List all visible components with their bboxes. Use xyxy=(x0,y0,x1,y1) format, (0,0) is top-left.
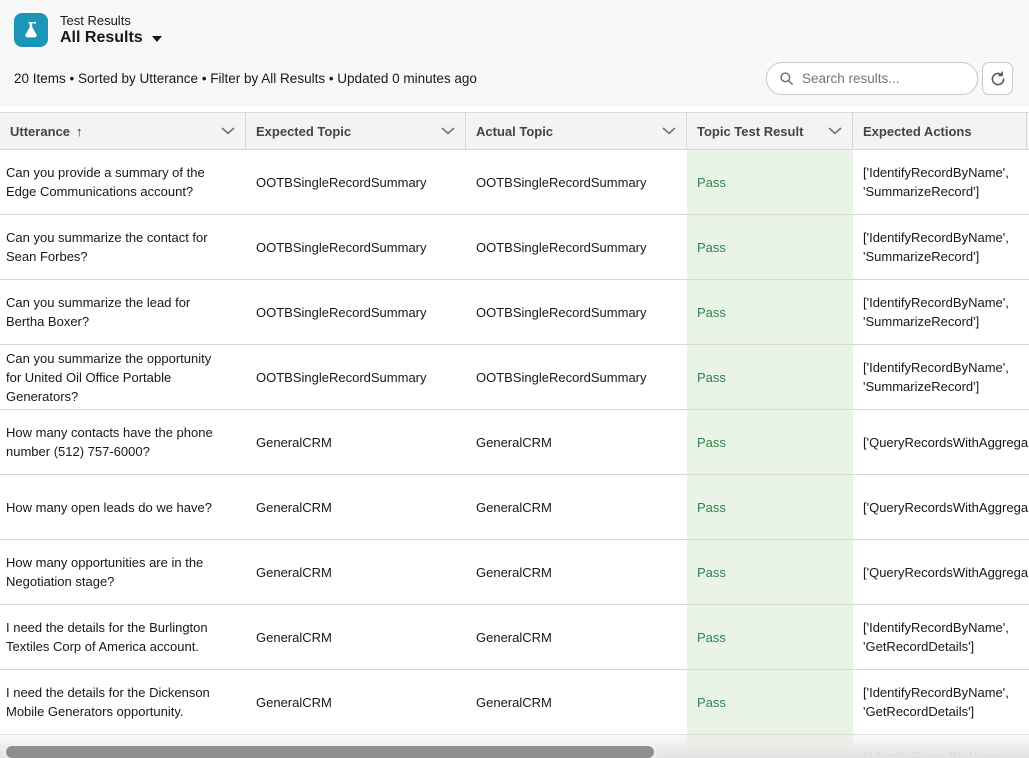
column-header-utterance[interactable]: Utterance ↑ xyxy=(0,113,246,149)
cell-expected-topic: GeneralCRM xyxy=(246,540,466,604)
cell-expected-actions: ['QueryRecordsWithAggrega xyxy=(853,540,1027,604)
chevron-down-icon[interactable] xyxy=(221,127,235,135)
table-row[interactable]: I need the details for the Dickenson Mob… xyxy=(0,670,1029,735)
cell-actual-topic: GeneralCRM xyxy=(466,475,687,539)
cell-result: Pass xyxy=(687,540,853,604)
column-header-topic-test-result[interactable]: Topic Test Result xyxy=(687,113,853,149)
table-row[interactable]: How many open leads do we have?GeneralCR… xyxy=(0,475,1029,540)
column-header-expected-actions[interactable]: Expected Actions xyxy=(853,113,1027,149)
chevron-down-icon[interactable] xyxy=(441,127,455,135)
view-selector[interactable]: All Results xyxy=(60,29,162,47)
cell-expected-topic: OOTBSingleRecordSummary xyxy=(246,345,466,409)
column-label: Actual Topic xyxy=(476,124,553,139)
table-row[interactable]: How many contacts have the phone number … xyxy=(0,410,1029,475)
cell-expected-actions: ['IdentifyRecordByName', 'SummarizeRecor… xyxy=(853,345,1027,409)
search-box[interactable] xyxy=(766,62,978,95)
cell-expected-topic: OOTBSingleRecordSummary xyxy=(246,150,466,214)
cell-expected-topic: GeneralCRM xyxy=(246,605,466,669)
table-body: Can you provide a summary of the Edge Co… xyxy=(0,150,1029,758)
sort-ascending-icon: ↑ xyxy=(76,124,83,139)
cell-expected-topic: GeneralCRM xyxy=(246,475,466,539)
cell-result: Pass xyxy=(687,475,853,539)
column-label: Expected Actions xyxy=(863,124,972,139)
search-input[interactable] xyxy=(802,71,965,86)
table-row[interactable]: Can you summarize the lead for Bertha Bo… xyxy=(0,280,1029,345)
horizontal-scrollbar-thumb[interactable] xyxy=(6,746,654,758)
test-results-page: Test Results All Results 20 Items • Sort… xyxy=(0,0,1029,758)
cell-utterance: I need the details for the Dickenson Mob… xyxy=(0,670,246,734)
cell-actual-topic: GeneralCRM xyxy=(466,605,687,669)
table-row[interactable]: Can you summarize the opportunity for Un… xyxy=(0,345,1029,410)
cell-expected-topic: OOTBSingleRecordSummary xyxy=(246,280,466,344)
column-label: Expected Topic xyxy=(256,124,351,139)
cell-expected-actions: ['QueryRecordsWithAggrega xyxy=(853,475,1027,539)
cell-result: Pass xyxy=(687,410,853,474)
title-block: Test Results All Results xyxy=(14,13,162,47)
chevron-down-icon[interactable] xyxy=(662,127,676,135)
cell-result: Pass xyxy=(687,670,853,734)
cell-expected-topic: GeneralCRM xyxy=(246,410,466,474)
cell-expected-actions: ['IdentifyRecordByName', 'SummarizeRecor… xyxy=(853,280,1027,344)
cell-utterance: Can you summarize the lead for Bertha Bo… xyxy=(0,280,246,344)
search-icon xyxy=(779,71,794,86)
view-label: All Results xyxy=(60,29,143,47)
table-header-row: Utterance ↑ Expected Topic Actual Topic Topi… xyxy=(0,112,1029,150)
column-header-expected-topic[interactable]: Expected Topic xyxy=(246,113,466,149)
cell-expected-topic: OOTBSingleRecordSummary xyxy=(246,215,466,279)
table-row[interactable]: Can you summarize the contact for Sean F… xyxy=(0,215,1029,280)
cell-expected-actions: ['IdentifyRecordByName', 'GetRecordDetai… xyxy=(853,670,1027,734)
cell-actual-topic: GeneralCRM xyxy=(466,670,687,734)
cell-expected-actions: ['IdentifyRecordByName', 'SummarizeRecor… xyxy=(853,215,1027,279)
cell-actual-topic: GeneralCRM xyxy=(466,410,687,474)
cell-utterance: How many opportunities are in the Negoti… xyxy=(0,540,246,604)
refresh-icon xyxy=(990,71,1006,87)
chevron-down-icon xyxy=(152,36,162,42)
cell-expected-actions: ['IdentifyRecordByName', 'GetRecordDetai… xyxy=(853,605,1027,669)
cell-actual-topic: OOTBSingleRecordSummary xyxy=(466,280,687,344)
cell-expected-actions: ['IdentifyRecordByName', 'SummarizeRecor… xyxy=(853,150,1027,214)
cell-actual-topic: OOTBSingleRecordSummary xyxy=(466,345,687,409)
column-label: Utterance xyxy=(10,124,70,139)
cell-result: Pass xyxy=(687,280,853,344)
cell-utterance: Can you summarize the contact for Sean F… xyxy=(0,215,246,279)
entity-label: Test Results xyxy=(60,13,162,28)
cell-result: Pass xyxy=(687,215,853,279)
list-summary: 20 Items • Sorted by Utterance • Filter … xyxy=(14,71,477,86)
cell-actual-topic: OOTBSingleRecordSummary xyxy=(466,150,687,214)
cell-expected-topic: GeneralCRM xyxy=(246,670,466,734)
table-row[interactable]: Can you provide a summary of the Edge Co… xyxy=(0,150,1029,215)
cell-utterance: How many contacts have the phone number … xyxy=(0,410,246,474)
table-row[interactable]: I need the details for the Burlington Te… xyxy=(0,605,1029,670)
cell-utterance: I need the details for the Burlington Te… xyxy=(0,605,246,669)
chevron-down-icon[interactable] xyxy=(828,127,842,135)
title-text: Test Results All Results xyxy=(60,13,162,47)
column-header-actual-topic[interactable]: Actual Topic xyxy=(466,113,687,149)
cell-actual-topic: OOTBSingleRecordSummary xyxy=(466,215,687,279)
cell-utterance: Can you provide a summary of the Edge Co… xyxy=(0,150,246,214)
results-table: Utterance ↑ Expected Topic Actual Topic Topi… xyxy=(0,112,1029,758)
cell-result: Pass xyxy=(687,605,853,669)
cell-utterance: How many open leads do we have? xyxy=(0,475,246,539)
flask-icon xyxy=(14,13,48,47)
cell-actual-topic: GeneralCRM xyxy=(466,540,687,604)
cell-utterance: Can you summarize the opportunity for Un… xyxy=(0,345,246,409)
list-view-header-panel: Test Results All Results 20 Items • Sort… xyxy=(0,0,1029,107)
cell-result: Pass xyxy=(687,345,853,409)
column-label: Topic Test Result xyxy=(697,124,803,139)
horizontal-scrollbar-track[interactable] xyxy=(0,731,1029,758)
refresh-button[interactable] xyxy=(982,62,1013,95)
table-row[interactable]: How many opportunities are in the Negoti… xyxy=(0,540,1029,605)
cell-expected-actions: ['QueryRecordsWithAggrega xyxy=(853,410,1027,474)
cell-result: Pass xyxy=(687,150,853,214)
